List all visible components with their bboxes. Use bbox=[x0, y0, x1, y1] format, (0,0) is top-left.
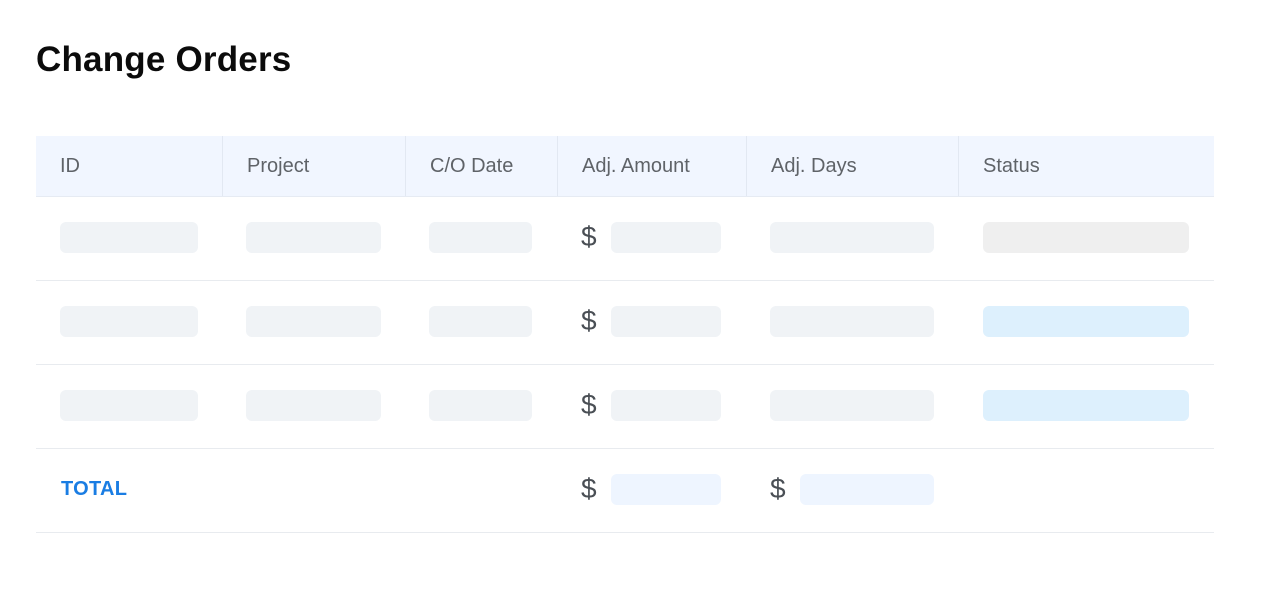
total-days-dollar-sign: $ bbox=[770, 473, 786, 504]
table-row[interactable]: $ bbox=[36, 197, 1214, 281]
id-placeholder bbox=[60, 222, 198, 253]
total-days-placeholder bbox=[800, 474, 934, 505]
dollar-sign: $ bbox=[581, 221, 597, 252]
total-amount-dollar-sign: $ bbox=[581, 473, 597, 504]
change-orders-table: ID Project C/O Date Adj. Amount Adj. Day… bbox=[36, 136, 1214, 533]
change-orders-page: Change Orders ID Project C/O Date Adj. A… bbox=[0, 0, 1275, 596]
column-header-status[interactable]: Status bbox=[958, 136, 1214, 196]
column-header-adj-amount[interactable]: Adj. Amount bbox=[557, 136, 746, 196]
table-row[interactable]: $ bbox=[36, 281, 1214, 365]
co-date-placeholder bbox=[429, 222, 532, 253]
column-header-adj-days[interactable]: Adj. Days bbox=[746, 136, 958, 196]
dollar-sign: $ bbox=[581, 305, 597, 336]
project-placeholder bbox=[246, 222, 381, 253]
table-header-row: ID Project C/O Date Adj. Amount Adj. Day… bbox=[36, 136, 1214, 197]
adj-amount-placeholder bbox=[611, 306, 721, 337]
table-row[interactable]: $ bbox=[36, 365, 1214, 449]
adj-days-placeholder bbox=[770, 306, 934, 337]
status-badge-placeholder bbox=[983, 222, 1189, 253]
adj-amount-placeholder bbox=[611, 390, 721, 421]
project-placeholder bbox=[246, 390, 381, 421]
adj-amount-placeholder bbox=[611, 222, 721, 253]
total-row: TOTAL $ $ bbox=[36, 449, 1214, 533]
total-amount-placeholder bbox=[611, 474, 721, 505]
id-placeholder bbox=[60, 306, 198, 337]
adj-days-placeholder bbox=[770, 222, 934, 253]
adj-days-placeholder bbox=[770, 390, 934, 421]
page-title: Change Orders bbox=[36, 40, 292, 79]
dollar-sign: $ bbox=[581, 389, 597, 420]
status-badge-placeholder bbox=[983, 390, 1189, 421]
status-badge-placeholder bbox=[983, 306, 1189, 337]
co-date-placeholder bbox=[429, 390, 532, 421]
column-header-id[interactable]: ID bbox=[36, 136, 222, 196]
column-header-project[interactable]: Project bbox=[222, 136, 405, 196]
id-placeholder bbox=[60, 390, 198, 421]
total-label: TOTAL bbox=[61, 478, 128, 500]
project-placeholder bbox=[246, 306, 381, 337]
co-date-placeholder bbox=[429, 306, 532, 337]
column-header-co-date[interactable]: C/O Date bbox=[405, 136, 557, 196]
